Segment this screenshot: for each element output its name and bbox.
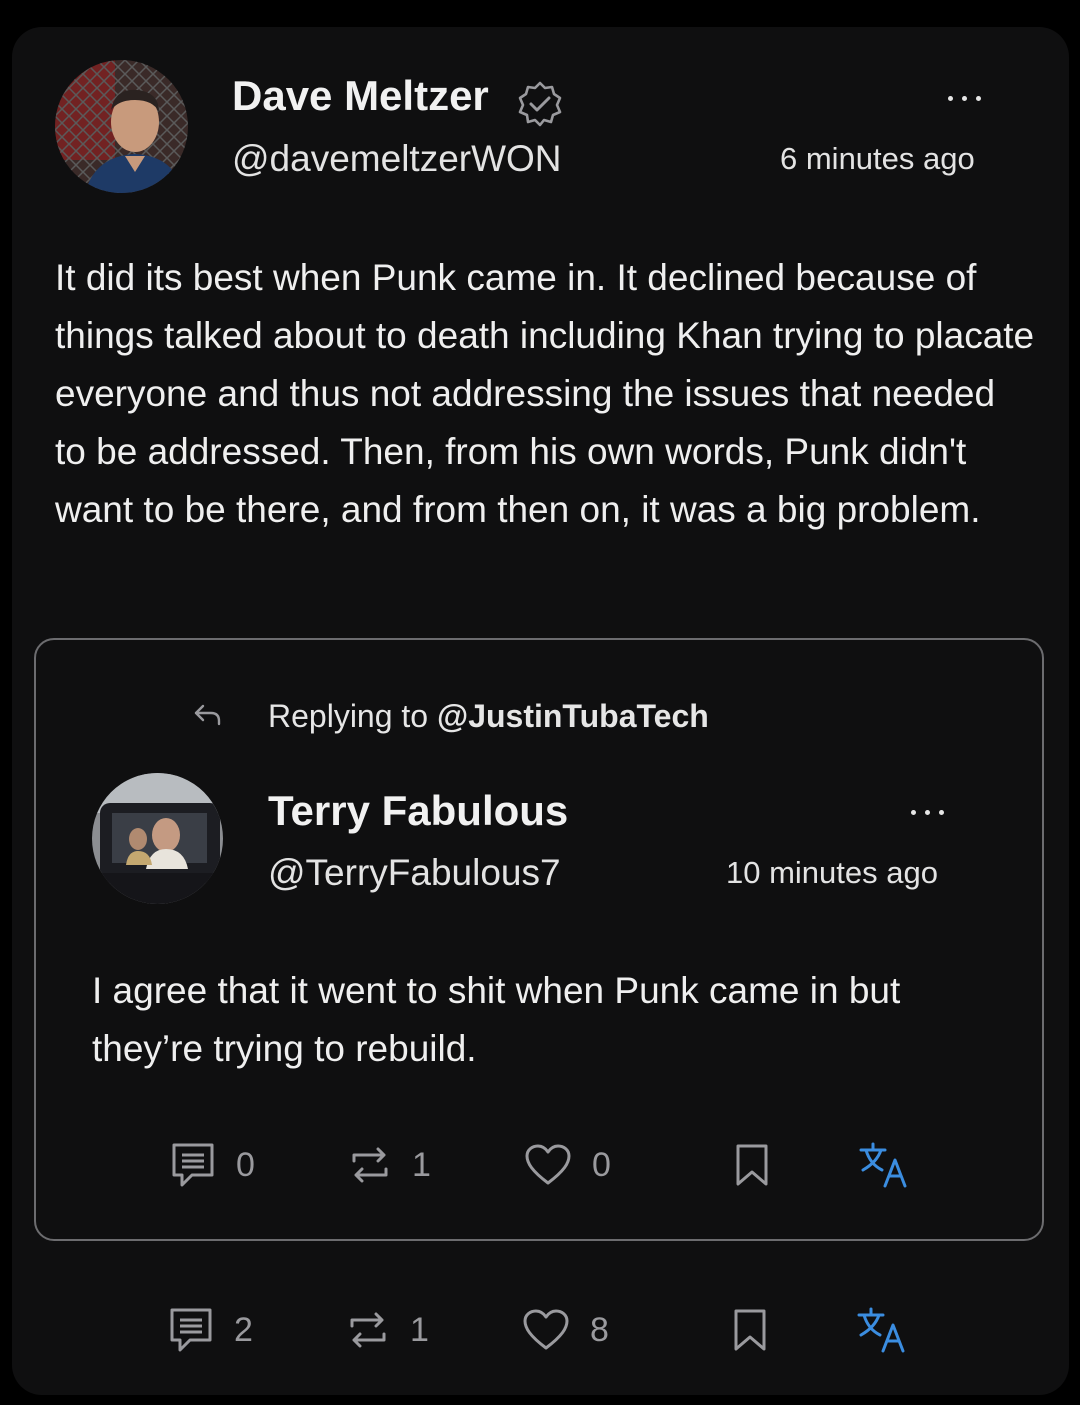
comment-icon <box>168 1306 214 1354</box>
translate-button[interactable] <box>858 1140 910 1190</box>
quoted-body: I agree that it went to shit when Punk c… <box>92 970 901 1069</box>
comment-count: 0 <box>236 1145 255 1184</box>
replying-to: Replying to @JustinTubaTech <box>268 698 709 735</box>
comment-icon <box>170 1141 216 1189</box>
more-dots-icon[interactable] <box>948 96 981 101</box>
translate-icon <box>858 1140 910 1190</box>
bookmark-icon <box>732 1307 768 1353</box>
translate-button[interactable] <box>856 1305 908 1355</box>
reply-arrow-icon <box>193 702 223 728</box>
like-button[interactable]: 8 <box>522 1308 732 1352</box>
bookmark-icon <box>734 1142 770 1188</box>
repost-icon <box>346 1306 390 1354</box>
comment-button[interactable]: 0 <box>170 1141 348 1189</box>
repost-button[interactable]: 1 <box>346 1306 522 1354</box>
bookmark-button[interactable] <box>734 1142 858 1188</box>
post-action-bar: 2 1 8 <box>168 1305 908 1355</box>
repost-icon <box>348 1141 392 1189</box>
quoted-timestamp: 10 minutes ago <box>726 855 938 890</box>
quoted-author-name[interactable]: Terry Fabulous <box>268 787 568 835</box>
bookmark-button[interactable] <box>732 1307 856 1353</box>
like-count: 8 <box>590 1310 609 1349</box>
more-dots-icon[interactable] <box>911 810 944 815</box>
like-count: 0 <box>592 1145 611 1184</box>
comment-count: 2 <box>234 1310 253 1349</box>
post-body: It did its best when Punk came in. It de… <box>55 257 1035 530</box>
post-timestamp: 6 minutes ago <box>780 141 975 176</box>
like-button[interactable]: 0 <box>524 1143 734 1187</box>
repost-count: 1 <box>410 1310 429 1349</box>
repost-button[interactable]: 1 <box>348 1141 524 1189</box>
heart-icon <box>524 1143 572 1187</box>
quoted-author-avatar[interactable] <box>92 773 223 904</box>
quoted-post[interactable]: Replying to @JustinTubaTech Terry Fabulo… <box>34 638 1044 1241</box>
author-name[interactable]: Dave Meltzer <box>232 72 489 120</box>
replying-prefix: Replying to <box>268 698 437 734</box>
author-avatar[interactable] <box>55 60 188 193</box>
author-handle[interactable]: @davemeltzerWON <box>232 138 562 180</box>
verified-badge-icon <box>516 79 564 127</box>
quoted-author-handle[interactable]: @TerryFabulous7 <box>268 852 561 894</box>
replying-handle[interactable]: @JustinTubaTech <box>437 698 709 734</box>
translate-icon <box>856 1305 908 1355</box>
heart-icon <box>522 1308 570 1352</box>
post-card: Dave Meltzer @davemeltzerWON 6 minutes a… <box>12 27 1069 1395</box>
comment-button[interactable]: 2 <box>168 1306 346 1354</box>
repost-count: 1 <box>412 1145 431 1184</box>
quoted-action-bar: 0 1 0 <box>170 1140 910 1190</box>
